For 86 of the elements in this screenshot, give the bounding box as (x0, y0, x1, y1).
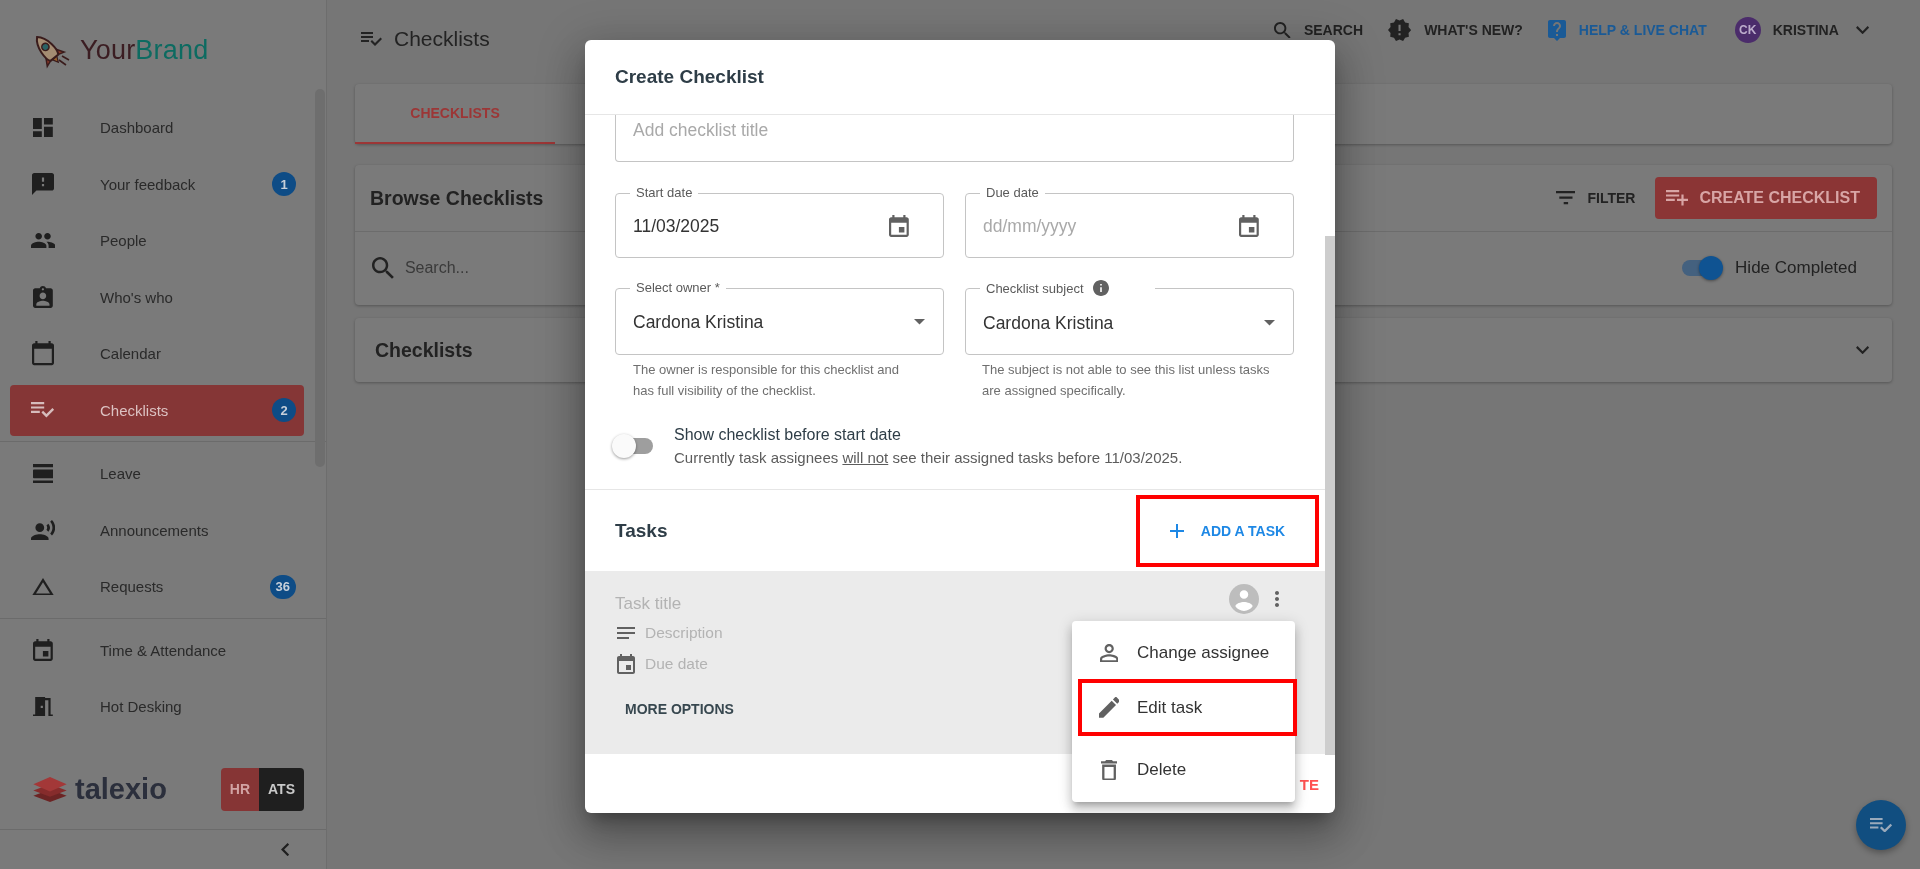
description-field[interactable]: Description (645, 622, 845, 644)
nav-item[interactable]: Who's who (10, 271, 304, 323)
select-field[interactable]: Select owner * Cardona Kristina (615, 280, 944, 355)
checklist-icon (31, 402, 55, 418)
calendar-event-icon (33, 639, 53, 661)
nav-item[interactable]: Your feedback 1 (10, 158, 304, 210)
grid-icon (33, 117, 53, 138)
panel-title: Checklists (375, 338, 473, 362)
text-lines-icon (617, 627, 635, 639)
checklist-icon (361, 32, 382, 46)
search-icon (1274, 21, 1291, 39)
calendar-icon (32, 341, 54, 366)
vertical-dots-icon[interactable] (1275, 591, 1279, 607)
menu-item[interactable]: Delete (1072, 744, 1295, 796)
floating-action-button[interactable] (1856, 800, 1906, 850)
brand-name: YourBrand (80, 34, 209, 66)
add-task-button[interactable]: ADD A TASK (1163, 514, 1292, 547)
nav-item[interactable]: Requests 36 (10, 561, 304, 612)
module-tab[interactable]: HR (220, 767, 260, 811)
menu-item[interactable]: Change assignee (1072, 627, 1295, 679)
count-badge: 36 (269, 574, 296, 599)
filter-icon (1555, 191, 1576, 205)
nav-item[interactable]: Dashboard (10, 102, 304, 153)
search-button[interactable]: SEARCH (1274, 21, 1364, 39)
chevron-down-icon[interactable] (1855, 345, 1869, 355)
nav-item[interactable]: Hot Desking (10, 681, 304, 732)
due-date-field[interactable]: Due date (645, 653, 845, 675)
task-title-field[interactable]: Task title (615, 592, 1229, 616)
speech-bubble-icon (32, 173, 54, 195)
id-badge-icon (33, 286, 53, 308)
chevron-left-icon[interactable] (280, 842, 289, 857)
text-field[interactable]: Add checklist title (615, 115, 1294, 162)
nav-item[interactable]: Announcements (10, 504, 304, 556)
count-badge: 1 (272, 172, 296, 196)
layers-icon (33, 776, 67, 802)
calendar-icon[interactable] (617, 654, 635, 674)
nav-item[interactable]: Leave (10, 448, 304, 499)
checklist-icon (1869, 817, 1892, 833)
more-options-button[interactable]: MORE OPTIONS (615, 692, 744, 726)
scrollbar-thumb[interactable] (1325, 236, 1335, 755)
filter-button[interactable]: FILTER (1555, 190, 1636, 206)
section-title: Tasks (615, 519, 668, 542)
stacked-bars-icon (32, 463, 54, 484)
help-icon (1547, 19, 1566, 41)
user-menu-button[interactable]: KRISTINA (1772, 22, 1869, 38)
pencil-icon (1098, 697, 1120, 718)
whats-new-button[interactable]: WHAT'S NEW? (1388, 19, 1523, 42)
date-field[interactable]: Start date 11/03/2025 (615, 185, 944, 258)
person-waves-icon (30, 519, 56, 541)
logo-wordmark: talexio (75, 772, 167, 806)
helper-text: The subject is not able to see this list unless tasks are assigned specifically. (982, 361, 1271, 400)
toggle-label: Hide Completed (1735, 258, 1857, 278)
calendar-icon[interactable] (889, 215, 909, 237)
toggle-label: Show checklist before start date (674, 425, 901, 445)
nav-item[interactable]: Calendar (10, 328, 304, 379)
info-icon[interactable] (1092, 280, 1109, 296)
door-icon (33, 696, 53, 717)
search-icon (372, 257, 394, 279)
dialog-action-button[interactable]: TE (1299, 769, 1319, 799)
module-tab[interactable]: ATS (259, 767, 304, 811)
nav-item[interactable]: Checklists 2 (10, 384, 304, 436)
person-icon (1099, 643, 1119, 663)
toggle-description: Currently task assignees will not see their assigned tasks before 11/03/2025. (674, 448, 1183, 468)
dialog-title: Create Checklist (615, 66, 764, 88)
date-field[interactable]: Due date dd/mm/yyyy (965, 185, 1294, 258)
calendar-icon[interactable] (1239, 215, 1259, 237)
card-title: Browse Checklists (370, 186, 544, 210)
chevron-down-icon (1855, 25, 1869, 35)
count-badge: 2 (272, 398, 296, 422)
user-avatar: CK (1734, 17, 1761, 43)
nav-item[interactable]: People (10, 215, 304, 266)
create-checklist-button[interactable]: CREATE CHECKLIST (1655, 177, 1877, 219)
triangle-icon (32, 577, 54, 596)
menu-item[interactable]: Edit task (1082, 683, 1293, 732)
plus-icon (1169, 523, 1184, 538)
caret-down-icon (914, 319, 925, 325)
trash-icon (1100, 759, 1118, 781)
alert-badge-icon (1388, 19, 1412, 42)
helper-text: The owner is responsible for this checklist and has full visibility of the checklist. (633, 361, 900, 400)
list-add-icon (1666, 190, 1689, 206)
page-title: Checklists (394, 26, 490, 52)
select-field[interactable]: Checklist subject Cardona Kristina (965, 280, 1294, 355)
people-icon (30, 232, 56, 249)
search-field[interactable]: Search... (404, 256, 575, 280)
caret-down-icon (1264, 320, 1275, 326)
nav-item[interactable]: Time & Attendance (10, 624, 304, 676)
